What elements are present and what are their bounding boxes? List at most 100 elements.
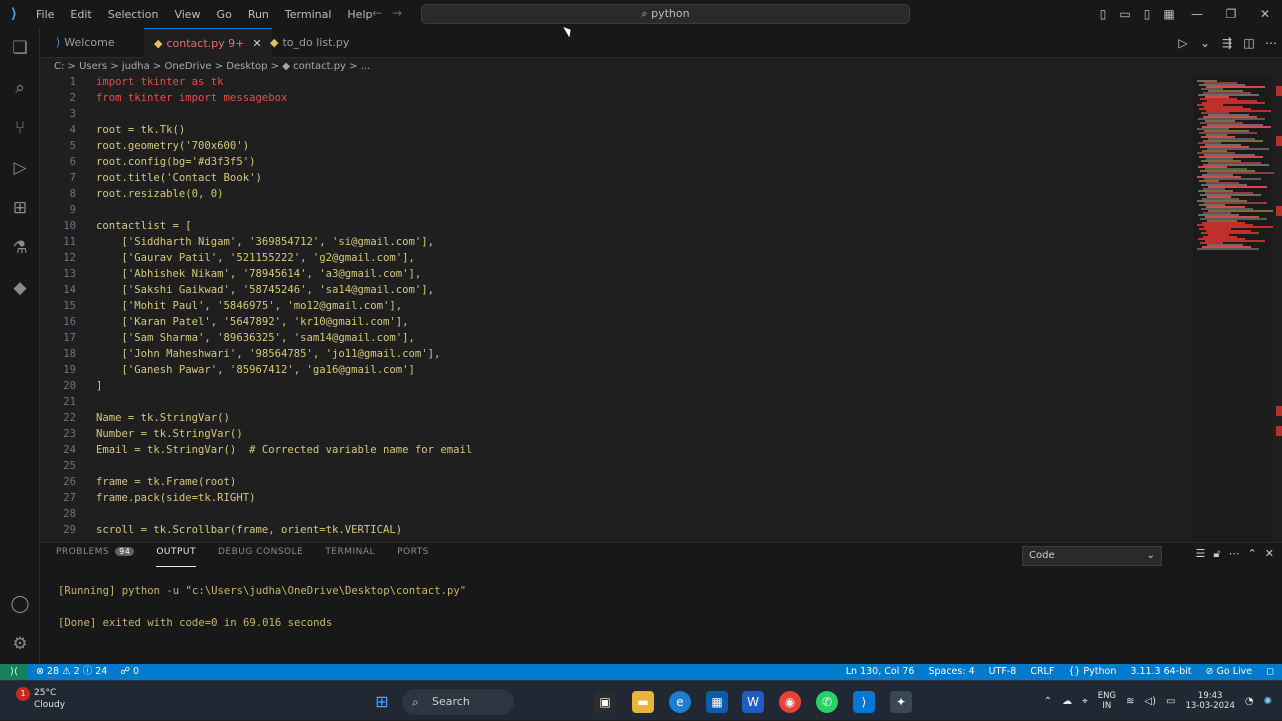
- code-line[interactable]: 20]: [40, 378, 1190, 394]
- word-icon[interactable]: W: [742, 691, 764, 713]
- code-line[interactable]: 2 from tkinter import messagebox: [40, 90, 1190, 106]
- show-hidden-icons-icon[interactable]: ⌃: [1044, 696, 1052, 707]
- tab-contact-py[interactable]: ◆ contact.py 9+ ✕: [144, 28, 272, 58]
- language-mode[interactable]: {} Python: [1068, 664, 1116, 680]
- lock-scroll-icon[interactable]: 🔓︎: [1213, 547, 1220, 561]
- wifi-icon[interactable]: ≋: [1126, 696, 1134, 707]
- filter-lines-icon[interactable]: ☰: [1196, 547, 1206, 561]
- code-line[interactable]: 25: [40, 458, 1190, 474]
- testing-icon[interactable]: ⚗: [8, 236, 32, 260]
- code-line[interactable]: 13 ['Abhishek Nikam', '78945614', 'a3@gm…: [40, 266, 1190, 282]
- python-taskbar-icon[interactable]: ✦: [890, 691, 912, 713]
- notifications-bell-icon[interactable]: ◻: [1266, 664, 1274, 680]
- search-view-icon[interactable]: ⌕: [8, 76, 32, 100]
- close-window-button[interactable]: ✕: [1248, 7, 1282, 21]
- code-line[interactable]: 17 ['Sam Sharma', '89636325', 'sam14@gma…: [40, 330, 1190, 346]
- breadcrumb[interactable]: C: > Users > judha > OneDrive > Desktop …: [40, 58, 1190, 76]
- code-line[interactable]: 21: [40, 394, 1190, 410]
- code-line[interactable]: 8 root.resizable(0, 0): [40, 186, 1190, 202]
- code-editor[interactable]: 1 import tkinter as tk 2 from tkinter impor…: [40, 76, 1190, 542]
- menu-file[interactable]: File: [28, 8, 62, 21]
- code-line[interactable]: 4 root = tk.Tk(): [40, 122, 1190, 138]
- minimize-button[interactable]: —: [1180, 7, 1214, 21]
- language-indicator[interactable]: ENG IN: [1098, 691, 1116, 711]
- run-debug-icon[interactable]: ▷: [8, 156, 32, 180]
- command-center-search[interactable]: ⌕ python: [421, 4, 910, 24]
- code-line[interactable]: 14 ['Sakshi Gaikwad', '58745246', 'sa14@…: [40, 282, 1190, 298]
- cursor-position[interactable]: Ln 130, Col 76: [846, 664, 915, 680]
- explorer-icon[interactable]: ❏: [8, 36, 32, 60]
- code-line[interactable]: 9: [40, 202, 1190, 218]
- accounts-icon[interactable]: ◯: [8, 592, 32, 616]
- menu-view[interactable]: View: [166, 8, 208, 21]
- panel-tab-terminal[interactable]: TERMINAL: [325, 547, 375, 567]
- chrome-icon[interactable]: ◉: [779, 691, 801, 713]
- split-editor-icon[interactable]: ◫: [1238, 36, 1260, 50]
- back-arrow-icon[interactable]: ←: [372, 6, 392, 20]
- panel-tab-problems[interactable]: PROBLEMS 94: [56, 547, 135, 567]
- code-line[interactable]: 15 ['Mohit Paul', '5846975', 'mo12@gmail…: [40, 298, 1190, 314]
- volume-icon[interactable]: ◁): [1144, 696, 1156, 707]
- panel-tab-ports[interactable]: PORTS: [397, 547, 429, 567]
- restore-button[interactable]: ❐: [1214, 7, 1248, 21]
- code-line[interactable]: 6 root.config(bg='#d3f3f5'): [40, 154, 1190, 170]
- toggle-sidebar-icon[interactable]: ▯: [1092, 7, 1114, 21]
- encoding[interactable]: UTF-8: [989, 664, 1017, 680]
- toggle-panel-icon[interactable]: ▭: [1114, 7, 1136, 21]
- problems-status[interactable]: ⊗ 28 ⚠ 2 ⓘ 24: [36, 666, 107, 677]
- code-line[interactable]: 10 contactlist = [: [40, 218, 1190, 234]
- code-line[interactable]: 1 import tkinter as tk: [40, 76, 1190, 90]
- code-line[interactable]: 28: [40, 506, 1190, 522]
- code-line[interactable]: 18 ['John Maheshwari', '98564785', 'jo11…: [40, 346, 1190, 362]
- indentation[interactable]: Spaces: 4: [928, 664, 974, 680]
- taskbar-search[interactable]: ⌕ Search: [402, 689, 514, 715]
- ports-status[interactable]: ☍ 0: [120, 666, 139, 677]
- code-line[interactable]: 22 Name = tk.StringVar(): [40, 410, 1190, 426]
- menu-terminal[interactable]: Terminal: [277, 8, 340, 21]
- source-control-icon[interactable]: ⑂: [8, 116, 32, 140]
- minimap[interactable]: [1193, 76, 1275, 542]
- windows-start-icon[interactable]: ⊞: [371, 691, 393, 713]
- onedrive-icon[interactable]: ☁: [1062, 696, 1072, 707]
- panel-tab-output[interactable]: OUTPUT: [156, 547, 196, 567]
- output-channel-select[interactable]: Code ⌄: [1022, 546, 1162, 566]
- notification-icon[interactable]: ◔: [1245, 696, 1254, 707]
- code-line[interactable]: 5 root.geometry('700x600'): [40, 138, 1190, 154]
- code-line[interactable]: 3: [40, 106, 1190, 122]
- location-icon[interactable]: ⌖: [1082, 696, 1088, 707]
- file-explorer-icon[interactable]: ▬: [632, 691, 654, 713]
- store-icon[interactable]: ▦: [706, 691, 728, 713]
- code-line[interactable]: 23 Number = tk.StringVar(): [40, 426, 1190, 442]
- manage-gear-icon[interactable]: ⚙: [8, 632, 32, 656]
- code-line[interactable]: 27 frame.pack(side=tk.RIGHT): [40, 490, 1190, 506]
- panel-tab-debug-console[interactable]: DEBUG CONSOLE: [218, 547, 303, 567]
- python-extension-icon[interactable]: ◆: [8, 276, 32, 300]
- maximize-panel-icon[interactable]: ⌃: [1248, 547, 1257, 561]
- open-changes-icon[interactable]: ⇶: [1216, 36, 1238, 50]
- task-view-icon[interactable]: ▣: [594, 691, 616, 713]
- code-line[interactable]: 12 ['Gaurav Patil', '521155222', 'g2@gma…: [40, 250, 1190, 266]
- code-line[interactable]: 29 scroll = tk.Scrollbar(frame, orient=tk…: [40, 522, 1190, 538]
- code-line[interactable]: 19 ['Ganesh Pawar', '85967412', 'ga16@gm…: [40, 362, 1190, 378]
- line-ending[interactable]: CRLF: [1030, 664, 1054, 680]
- battery-icon[interactable]: ▭: [1166, 696, 1175, 707]
- tab-welcome[interactable]: ⟩ Welcome: [46, 28, 125, 58]
- tab-to-do-list[interactable]: ◆ to_do list.py: [260, 28, 359, 58]
- code-line[interactable]: 16 ['Karan Patel', '5647892', 'kr10@gmai…: [40, 314, 1190, 330]
- remote-indicator-icon[interactable]: ⟩⟨: [0, 664, 28, 680]
- code-line[interactable]: 24 Email = tk.StringVar() # Corrected var…: [40, 442, 1190, 458]
- menu-selection[interactable]: Selection: [100, 8, 167, 21]
- code-line[interactable]: 7 root.title('Contact Book'): [40, 170, 1190, 186]
- run-dropdown-icon[interactable]: ⌄: [1194, 36, 1216, 50]
- edge-browser-icon[interactable]: e: [669, 691, 691, 713]
- menu-go[interactable]: Go: [209, 8, 240, 21]
- more-actions-icon[interactable]: ⋯: [1260, 36, 1282, 50]
- close-panel-icon[interactable]: ✕: [1265, 547, 1274, 561]
- more-actions-icon[interactable]: ⋯: [1229, 547, 1240, 561]
- menu-run[interactable]: Run: [240, 8, 277, 21]
- extensions-icon[interactable]: ⊞: [8, 196, 32, 220]
- forward-arrow-icon[interactable]: →: [392, 6, 412, 20]
- clock[interactable]: 19:43 13-03-2024: [1185, 691, 1234, 711]
- toggle-secondary-sidebar-icon[interactable]: ▯: [1136, 7, 1158, 21]
- editor-scrollbar[interactable]: [1274, 76, 1282, 542]
